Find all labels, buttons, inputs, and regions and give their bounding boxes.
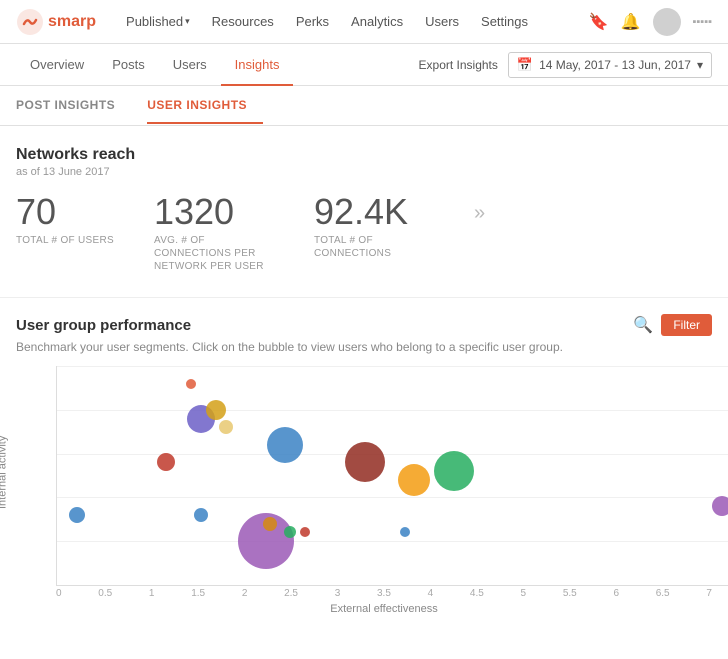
chart-title: User group performance <box>16 317 633 334</box>
main-content: Networks reach as of 13 June 2017 70 TOT… <box>0 126 728 659</box>
bubble-15[interactable] <box>434 451 474 491</box>
export-insights-button[interactable]: Export Insights <box>419 58 498 72</box>
chart-subtitle: Benchmark your user segments. Click on t… <box>16 340 712 354</box>
chart-controls: 🔍 Filter <box>633 314 712 336</box>
bookmark-icon[interactable]: 🔖 <box>589 12 609 32</box>
filter-button[interactable]: Filter <box>661 314 712 336</box>
networks-reach-subtitle: as of 13 June 2017 <box>16 166 712 178</box>
nav-users[interactable]: Users <box>415 10 469 33</box>
chart-header: User group performance 🔍 Filter <box>16 314 712 336</box>
grid-line-5 <box>57 541 728 542</box>
bubble-0[interactable] <box>69 507 85 523</box>
published-dropdown-arrow: ▾ <box>185 16 190 27</box>
tab-posts[interactable]: Posts <box>98 45 159 86</box>
date-range-picker[interactable]: 📅 14 May, 2017 - 13 Jun, 2017 ▾ <box>508 52 712 78</box>
metric-avg-connections: 1320 AVG. # OF CONNECTIONS PER NETWORK P… <box>154 194 274 273</box>
logo-icon <box>16 8 44 36</box>
grid-line-20 <box>57 410 728 411</box>
logo[interactable]: smarp <box>16 8 96 36</box>
bubble-3[interactable] <box>206 400 226 420</box>
user-name: ▪▪▪▪▪ <box>693 16 713 28</box>
y-axis-label: Internal activity <box>0 435 9 508</box>
bubble-chart <box>56 366 728 586</box>
bubble-chart-wrapper: Internal activity 25 20 15 10 5 0 0 0.5 <box>16 366 712 639</box>
metric-value-avg: 1320 <box>154 194 274 230</box>
nav-resources[interactable]: Resources <box>202 10 284 33</box>
logo-text: smarp <box>48 13 96 31</box>
bubble-12[interactable] <box>400 527 410 537</box>
sub-nav-right: Export Insights 📅 14 May, 2017 - 13 Jun,… <box>419 52 712 78</box>
bubble-13[interactable] <box>345 442 385 482</box>
bubble-11[interactable] <box>300 527 310 537</box>
grid-line-10 <box>57 497 728 498</box>
bubble-9[interactable] <box>284 526 296 538</box>
grid-line-25 <box>57 366 728 367</box>
tab-users[interactable]: Users <box>159 45 221 86</box>
bubble-16[interactable] <box>712 496 728 516</box>
nav-right-icons: 🔖 🔔 ▪▪▪▪▪ <box>589 8 712 36</box>
date-range-arrow: ▾ <box>697 58 703 72</box>
avatar[interactable] <box>653 8 681 36</box>
metrics-row: 70 TOTAL # OF USERS 1320 AVG. # OF CONNE… <box>16 194 712 273</box>
more-metrics-arrow[interactable]: » <box>474 194 485 225</box>
user-group-performance-section: User group performance 🔍 Filter Benchmar… <box>16 314 712 639</box>
top-nav: smarp Published ▾ Resources Perks Analyt… <box>0 0 728 44</box>
metric-total-connections: 92.4K TOTAL # OF CONNECTIONS <box>314 194 434 260</box>
tab-user-insights[interactable]: USER INSIGHTS <box>147 88 263 124</box>
nav-settings[interactable]: Settings <box>471 10 538 33</box>
nav-perks[interactable]: Perks <box>286 10 339 33</box>
tab-insights[interactable]: Insights <box>221 45 294 86</box>
metric-total-users: 70 TOTAL # OF USERS <box>16 194 114 247</box>
metric-label-avg: AVG. # OF CONNECTIONS PER NETWORK PER US… <box>154 234 274 273</box>
nav-items: Published ▾ Resources Perks Analytics Us… <box>116 10 589 33</box>
metric-label-conn: TOTAL # OF CONNECTIONS <box>314 234 434 260</box>
bell-icon[interactable]: 🔔 <box>621 12 641 32</box>
date-range-text: 14 May, 2017 - 13 Jun, 2017 <box>539 58 691 72</box>
bubble-6[interactable] <box>194 508 208 522</box>
tab-overview[interactable]: Overview <box>16 45 98 86</box>
bubble-5[interactable] <box>157 453 175 471</box>
grid-line-15 <box>57 454 728 455</box>
metric-label-users: TOTAL # OF USERS <box>16 234 114 247</box>
calendar-icon: 📅 <box>517 57 533 73</box>
bubble-1[interactable] <box>186 379 196 389</box>
x-axis-label: External effectiveness <box>56 603 712 615</box>
sub-nav-tabs: Overview Posts Users Insights <box>16 45 419 85</box>
networks-reach-section: Networks reach as of 13 June 2017 70 TOT… <box>16 146 712 273</box>
zoom-icon[interactable]: 🔍 <box>633 315 653 335</box>
section-tabs: POST INSIGHTS USER INSIGHTS <box>0 86 728 126</box>
metric-value-users: 70 <box>16 194 114 230</box>
bubble-4[interactable] <box>219 420 233 434</box>
tab-post-insights[interactable]: POST INSIGHTS <box>16 88 131 124</box>
bubble-14[interactable] <box>398 464 430 496</box>
sub-nav: Overview Posts Users Insights Export Ins… <box>0 44 728 86</box>
x-axis-ticks: 0 0.5 1 1.5 2 2.5 3 3.5 4 4.5 5 5.5 6 6.… <box>56 586 712 599</box>
bubble-8[interactable] <box>267 427 303 463</box>
divider <box>0 297 728 298</box>
metric-value-conn: 92.4K <box>314 194 434 230</box>
nav-published[interactable]: Published ▾ <box>116 10 200 33</box>
networks-reach-title: Networks reach <box>16 146 712 164</box>
nav-analytics[interactable]: Analytics <box>341 10 413 33</box>
